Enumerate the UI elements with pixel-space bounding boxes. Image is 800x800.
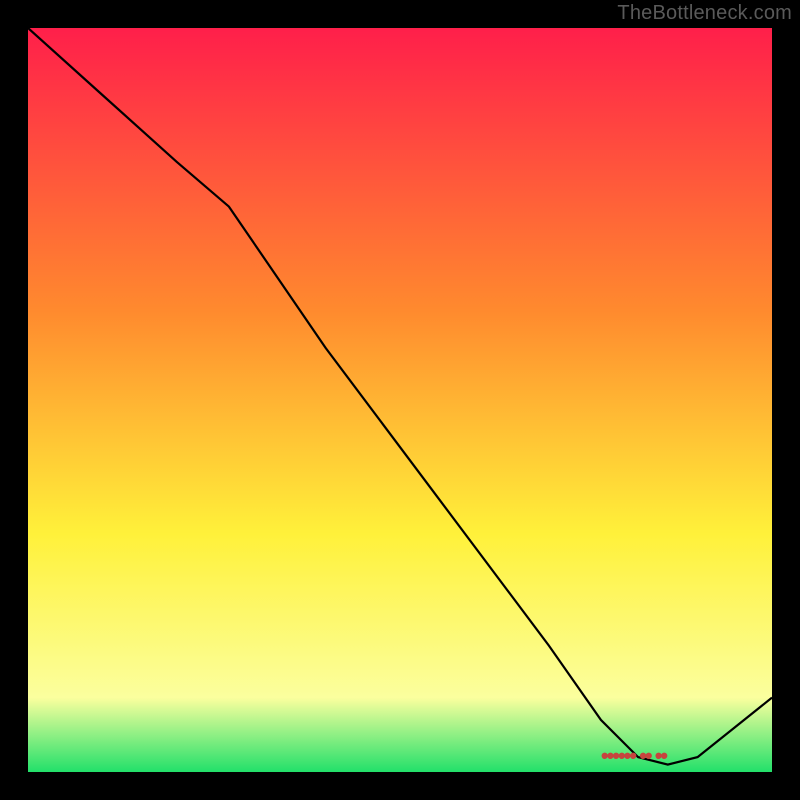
- plot-svg: [28, 28, 772, 772]
- chart-stage: TheBottleneck.com •••••• •• ••: [0, 0, 800, 800]
- attribution-label: TheBottleneck.com: [617, 2, 792, 25]
- gradient-background: [28, 28, 772, 772]
- plot-area: •••••• •• ••: [28, 28, 772, 772]
